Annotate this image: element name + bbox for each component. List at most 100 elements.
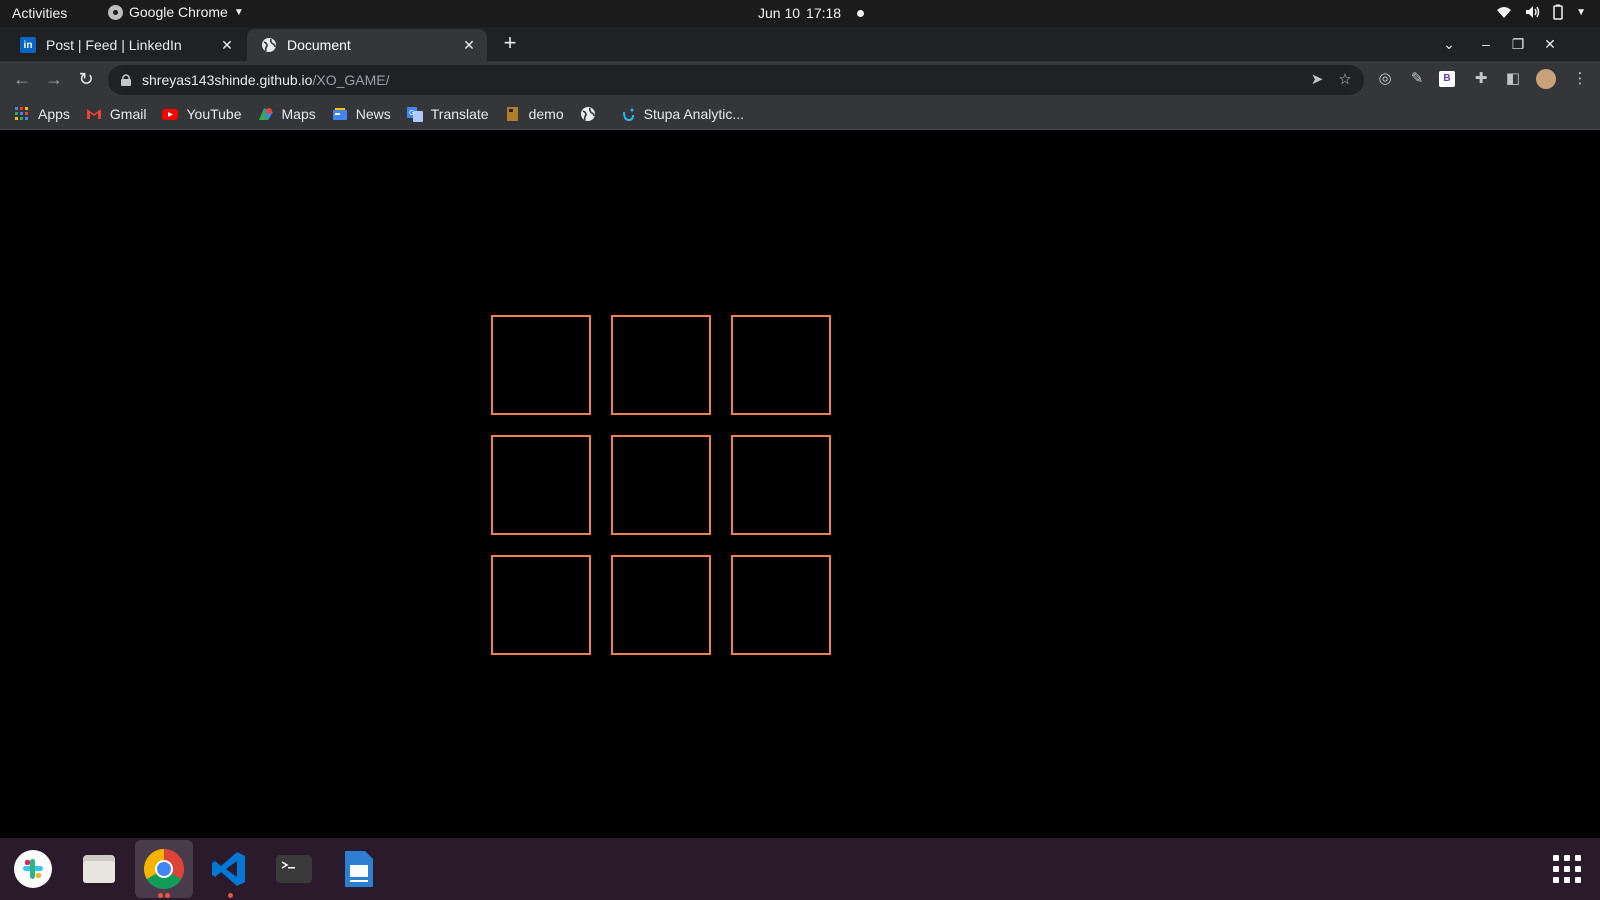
tab-strip: in Post | Feed | LinkedIn ✕ Document ✕ +…	[0, 27, 1600, 61]
tab-search-icon[interactable]: ⌄	[1438, 33, 1460, 55]
stupa-icon	[620, 106, 636, 122]
app-grid-icon	[1553, 855, 1581, 883]
battery-icon	[1553, 4, 1563, 20]
board-cell[interactable]	[611, 315, 711, 415]
dock-chrome[interactable]	[135, 840, 193, 898]
side-panel-icon[interactable]: ◧	[1503, 69, 1523, 89]
tab-title: Document	[287, 37, 351, 53]
window-close-icon[interactable]: ✕	[1539, 33, 1561, 55]
board-cell[interactable]	[731, 555, 831, 655]
restore-icon[interactable]: ❐	[1507, 33, 1529, 55]
url-text[interactable]: shreyas143shinde.github.io/XO_GAME/	[142, 72, 390, 88]
back-arrow-icon[interactable]: ←	[10, 67, 34, 91]
avatar[interactable]	[1536, 69, 1556, 89]
vscode-icon	[212, 852, 245, 886]
system-top-bar: Activities Google Chrome ▼ Jun 10 17:18 …	[0, 0, 1600, 27]
board-cell[interactable]	[611, 555, 711, 655]
system-tray[interactable]: ▼	[1496, 4, 1586, 20]
show-applications-button[interactable]	[1538, 840, 1596, 898]
clock-date: Jun 10	[758, 5, 801, 21]
files-icon	[83, 855, 115, 883]
more-menu-icon[interactable]: ⋮	[1570, 69, 1590, 89]
tab-title: Post | Feed | LinkedIn	[46, 37, 182, 53]
clock[interactable]: Jun 10 17:18	[758, 5, 865, 21]
bookmark-demo[interactable]: demo	[505, 106, 564, 122]
bookmark-translate[interactable]: G Translate	[406, 105, 489, 122]
forward-arrow-icon[interactable]: →	[42, 67, 66, 91]
terminal-icon	[276, 855, 312, 883]
bookmark-youtube[interactable]: YouTube	[162, 105, 242, 122]
bookmark-label: Maps	[281, 105, 316, 122]
running-indicator-icon	[158, 893, 163, 898]
dock-text-editor[interactable]	[330, 840, 388, 898]
bookmark-label: News	[355, 105, 391, 122]
bookmarks-bar: Apps Gmail YouTube Maps News G Translate	[0, 98, 1600, 130]
board-cell[interactable]	[731, 435, 831, 535]
tab-linkedin[interactable]: in Post | Feed | LinkedIn ✕	[0, 29, 245, 61]
board-cell[interactable]	[491, 315, 591, 415]
lock-icon[interactable]	[120, 73, 132, 87]
dock-vscode[interactable]	[200, 840, 258, 898]
bookmark-stupa[interactable]: Stupa Analytic...	[620, 106, 744, 122]
board-cell[interactable]	[491, 435, 591, 535]
clock-time: 17:18	[806, 5, 842, 21]
close-tab-icon[interactable]: ✕	[461, 37, 477, 53]
bookmark-label: YouTube	[186, 105, 242, 122]
reload-icon[interactable]: ↻	[74, 67, 98, 91]
running-indicator-icon	[228, 893, 233, 898]
bookmark-label: Stupa Analytic...	[643, 105, 745, 122]
youtube-icon	[162, 106, 179, 122]
bookmark-news[interactable]: News	[332, 106, 391, 122]
news-icon	[332, 106, 348, 122]
running-indicator-icon	[165, 893, 170, 898]
activities-button[interactable]: Activities	[12, 5, 67, 21]
bookmark-maps[interactable]: Maps	[258, 106, 316, 122]
translate-icon: G	[406, 106, 423, 122]
board-cell[interactable]	[611, 435, 711, 535]
linkedin-icon: in	[20, 37, 36, 53]
chrome-icon	[144, 849, 184, 889]
close-tab-icon[interactable]: ✕	[219, 37, 235, 53]
chrome-small-icon	[108, 4, 123, 20]
svg-text:G: G	[409, 109, 414, 117]
app-menu[interactable]: Google Chrome ▼	[108, 4, 244, 20]
star-icon[interactable]: ☆	[1336, 71, 1354, 89]
bookmark-gmail[interactable]: Gmail	[86, 105, 147, 122]
wifi-icon	[1497, 7, 1512, 18]
extension-pen-icon[interactable]: ✎	[1407, 69, 1427, 89]
slack-icon	[14, 850, 52, 888]
bookmark-globe[interactable]	[580, 106, 604, 122]
puzzle-extensions-icon[interactable]: ✚	[1471, 69, 1491, 89]
dock-terminal[interactable]	[265, 840, 323, 898]
bookmark-label: Apps	[38, 105, 70, 122]
globe-icon	[261, 37, 277, 53]
app-name: Google Chrome	[129, 4, 228, 20]
bookmark-apps[interactable]: Apps	[14, 106, 70, 122]
tab-document[interactable]: Document ✕	[247, 29, 487, 61]
new-tab-button[interactable]: +	[499, 32, 521, 55]
dock-slack[interactable]	[4, 840, 62, 898]
bookmark-page-icon	[505, 106, 521, 122]
bookmark-label: Translate	[430, 105, 489, 122]
send-icon[interactable]: ➤	[1308, 71, 1326, 89]
chevron-down-icon: ▼	[233, 6, 244, 18]
maps-icon	[258, 106, 274, 122]
game-board	[491, 315, 833, 657]
address-bar[interactable]: shreyas143shinde.github.io/XO_GAME/ ➤ ☆	[108, 65, 1364, 95]
board-cell[interactable]	[491, 555, 591, 655]
text-editor-icon	[345, 851, 373, 887]
minimize-icon[interactable]: –	[1475, 33, 1497, 55]
page-content	[0, 131, 1600, 838]
browser-toolbar: ← → ↻ shreyas143shinde.github.io/XO_GAME…	[0, 61, 1600, 98]
extension-target-icon[interactable]: ◎	[1375, 69, 1395, 89]
globe-icon	[580, 106, 596, 122]
board-cell[interactable]	[731, 315, 831, 415]
extension-b-icon[interactable]: B	[1439, 71, 1455, 87]
bookmark-label: demo	[528, 105, 564, 122]
volume-icon	[1526, 6, 1540, 18]
bookmark-label: Gmail	[109, 105, 147, 122]
gmail-icon	[86, 106, 102, 122]
apps-grid-icon	[14, 106, 30, 122]
notification-dot-icon	[857, 9, 865, 17]
dock-files[interactable]	[70, 840, 128, 898]
